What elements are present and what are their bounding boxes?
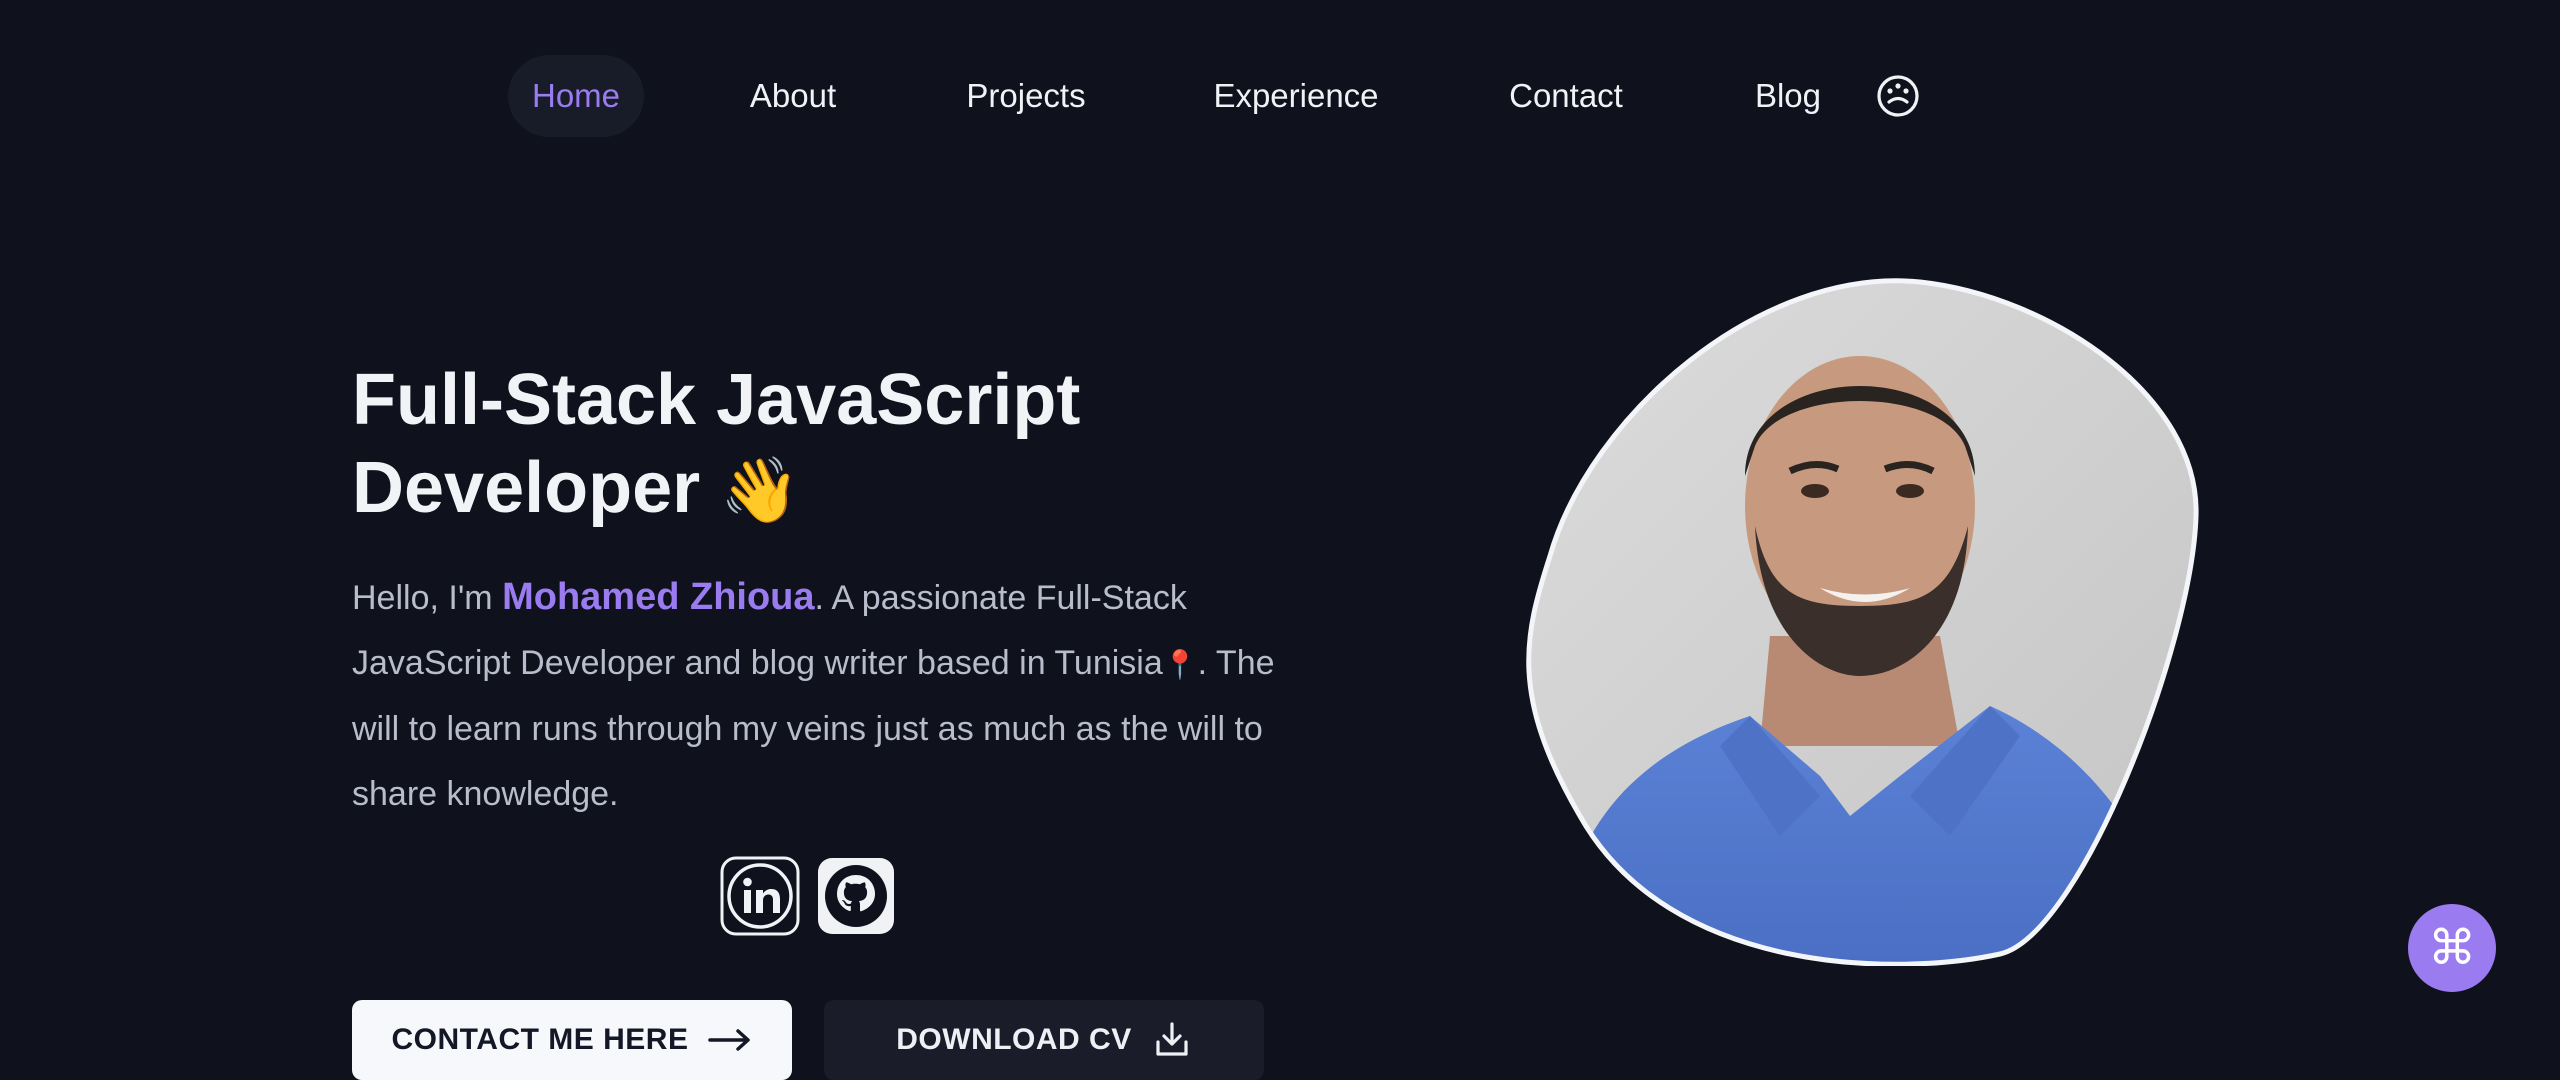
download-icon xyxy=(1156,1022,1188,1056)
command-icon: ⌘ xyxy=(2428,922,2476,975)
top-navigation: Home About Projects Experience Contact B… xyxy=(0,0,2560,190)
download-cv-label: DOWNLOAD CV xyxy=(896,1023,1132,1056)
location-pin-icon: 📍 xyxy=(1162,649,1198,680)
nav-contact[interactable]: Contact xyxy=(1486,55,1646,137)
contact-me-label: CONTACT ME HERE xyxy=(391,1023,689,1056)
nav-blog[interactable]: Blog xyxy=(1738,55,1838,137)
waving-hand-icon: 👋 xyxy=(720,454,800,526)
github-icon[interactable] xyxy=(816,856,896,936)
command-palette-button[interactable]: ⌘ xyxy=(2408,904,2496,992)
contact-me-button[interactable]: CONTACT ME HERE xyxy=(352,1000,792,1080)
hero-title-line2: Developer xyxy=(352,448,701,528)
intro-prefix: Hello, I'm xyxy=(352,579,503,617)
author-name: Mohamed Zhioua xyxy=(502,576,815,618)
arrow-right-icon xyxy=(708,1029,751,1051)
palette-icon[interactable] xyxy=(1876,74,1920,118)
linkedin-icon[interactable] xyxy=(720,856,800,936)
hero-title: Full-Stack JavaScript Developer 👋 xyxy=(352,356,1252,534)
nav-experience[interactable]: Experience xyxy=(1196,55,1396,137)
nav-about[interactable]: About xyxy=(730,55,856,137)
hero-title-line1: Full-Stack JavaScript xyxy=(352,360,1081,440)
nav-home[interactable]: Home xyxy=(508,55,644,137)
profile-photo xyxy=(1520,276,2210,967)
download-cv-button[interactable]: DOWNLOAD CV xyxy=(824,1000,1264,1080)
nav-projects[interactable]: Projects xyxy=(944,55,1108,137)
hero-description: Hello, I'm Mohamed Zhioua. A passionate … xyxy=(352,565,1282,827)
